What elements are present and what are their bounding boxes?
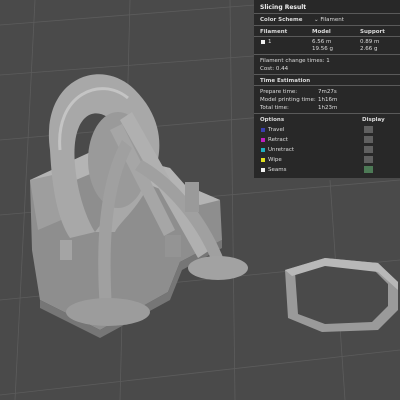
prepare-time-value: 7m27s	[318, 89, 337, 95]
filament-change-times: Filament change times: 1	[260, 58, 330, 64]
filament-color-swatch	[261, 40, 265, 44]
options-header: Options	[260, 117, 285, 123]
option-label: Retract	[268, 137, 288, 143]
total-time-label: Total time:	[260, 105, 289, 111]
chevron-down-icon: ⌄	[314, 17, 319, 23]
color-scheme-label: Color Scheme	[260, 17, 303, 23]
support-weight: 2.66 g	[360, 46, 378, 52]
col-header-support: Support	[360, 29, 385, 35]
slicing-result-panel: Slicing Result Color Scheme ⌄ Filament F…	[254, 0, 400, 178]
unretract-color-swatch	[261, 148, 265, 152]
travel-color-swatch	[261, 128, 265, 132]
panel-title: Slicing Result	[260, 4, 307, 11]
option-label: Travel	[268, 127, 285, 133]
color-scheme-value: Filament	[320, 17, 344, 23]
option-label: Seams	[268, 167, 287, 173]
filament-index: 1	[268, 39, 272, 45]
retract-color-swatch	[261, 138, 265, 142]
col-header-model: Model	[312, 29, 331, 35]
seams-color-swatch	[261, 168, 265, 172]
hexagon-wall-model[interactable]	[285, 258, 398, 332]
support-base-disc	[188, 256, 248, 280]
cost-value: Cost: 0.44	[260, 66, 289, 72]
display-toggle-travel[interactable]	[364, 126, 373, 133]
color-scheme-dropdown[interactable]: ⌄ Filament	[314, 16, 344, 24]
option-label: Wipe	[268, 157, 282, 163]
model-printing-time-value: 1h16m	[318, 97, 338, 103]
total-time-value: 1h23m	[318, 105, 338, 111]
model-printing-time-label: Model printing time:	[260, 97, 316, 103]
display-toggle-unretract[interactable]	[364, 146, 373, 153]
display-header: Display	[362, 117, 385, 123]
model-weight: 19.56 g	[312, 46, 333, 52]
wipe-color-swatch	[261, 158, 265, 162]
display-toggle-wipe[interactable]	[364, 156, 373, 163]
option-label: Unretract	[268, 147, 295, 153]
support-base-disc	[66, 298, 150, 326]
prepare-time-label: Prepare time:	[260, 89, 298, 95]
col-header-filament: Filament	[260, 29, 288, 35]
display-toggle-retract[interactable]	[364, 136, 373, 143]
time-estimation-title: Time Estimation	[260, 78, 311, 84]
display-toggle-seams[interactable]	[364, 166, 373, 173]
